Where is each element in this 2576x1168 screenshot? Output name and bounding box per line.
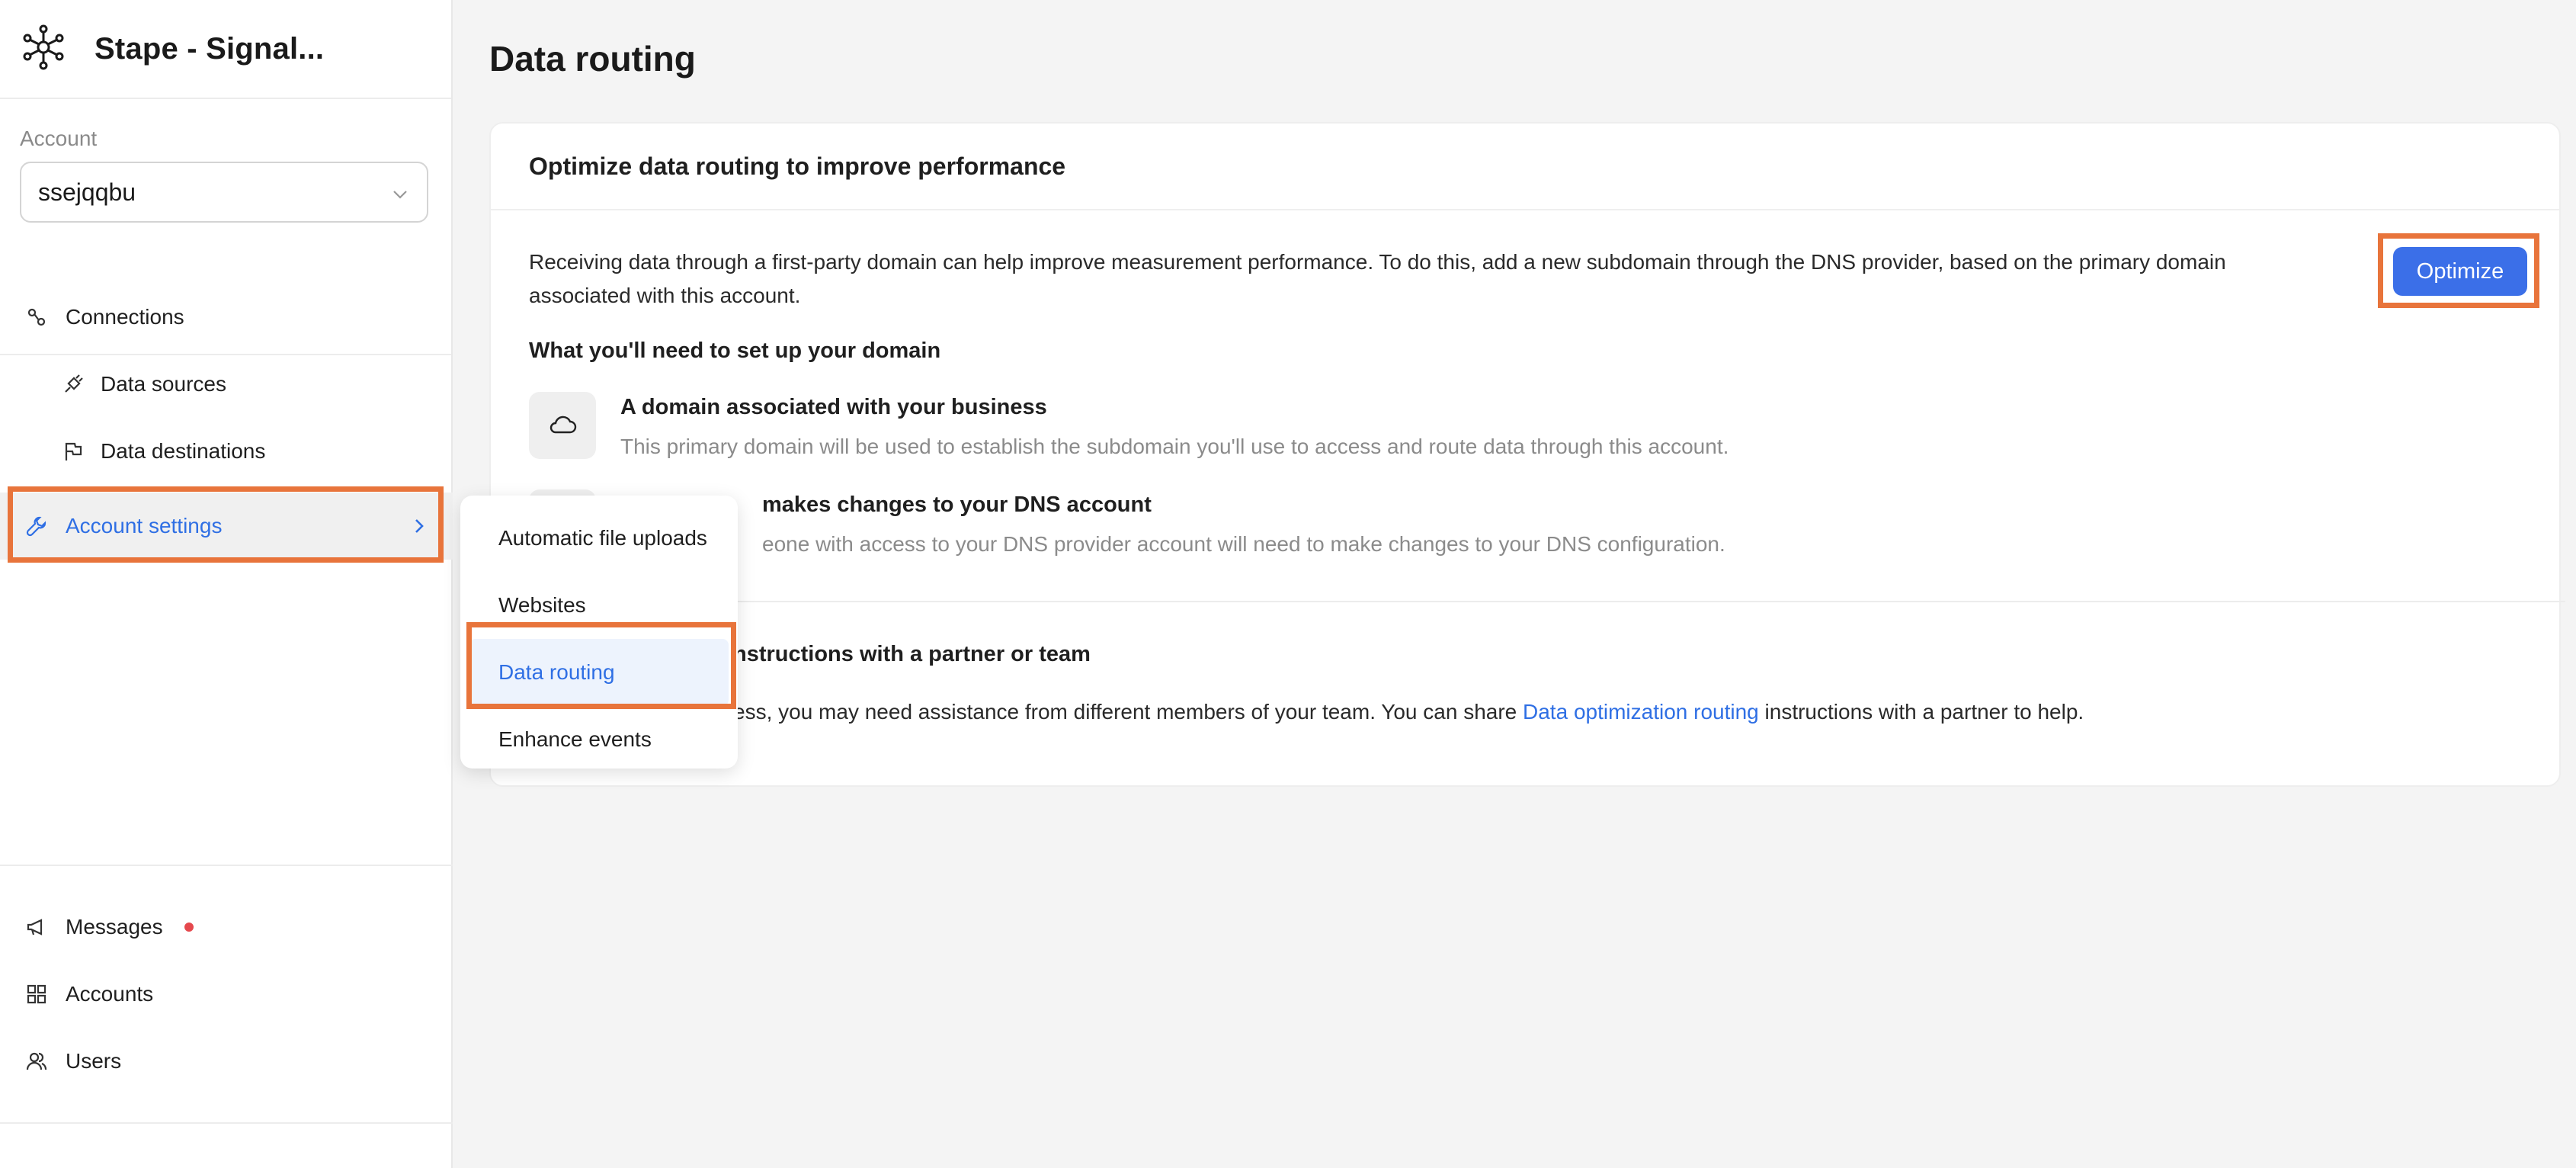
grid-icon [26,983,47,1005]
sidebar-item-accounts[interactable]: Accounts [0,961,453,1028]
account-label: Account [20,127,98,150]
submenu-item-data-routing[interactable]: Data routing [469,639,729,706]
requirement-item: A domain associated with your business T… [529,392,2434,468]
submenu-item-websites[interactable]: Websites [469,572,729,639]
sidebar-item-data-sources[interactable]: Data sources [0,351,453,418]
account-select[interactable]: ssejqqbu [20,162,428,223]
sidebar-item-connections[interactable]: Connections [0,284,453,351]
sidebar-divider [0,865,453,866]
notification-dot [184,923,194,932]
sidebar-item-users[interactable]: Users [0,1028,453,1095]
sidebar-item-messages[interactable]: Messages [0,894,453,961]
optimize-button[interactable]: Optimize [2393,247,2527,296]
chevron-right-icon [409,515,430,537]
account-settings-submenu: Automatic file uploads Websites Data rou… [460,496,738,769]
plug-icon [62,374,84,395]
submenu-item-automatic-file-uploads[interactable]: Automatic file uploads [469,505,729,572]
sidebar-item-label: Users [66,1049,122,1073]
sidebar-item-data-destinations[interactable]: Data destinations [0,418,453,485]
chevron-down-icon [390,182,410,202]
sidebar-item-label: Messages [66,915,163,939]
link-icon [26,306,47,328]
sidebar-divider [0,1122,453,1124]
routing-card: Optimize data routing to improve perform… [489,122,2565,787]
page-title: Data routing [489,39,696,79]
network-hub-icon [20,24,67,75]
sidebar: Stape - Signal... Account ssejqqbu Conne… [0,0,453,1168]
share-text: ess, you may need assistance from differ… [733,700,2084,724]
sidebar-item-label: Accounts [66,982,154,1006]
sidebar-item-label: Account settings [66,514,223,537]
requirements-heading: What you'll need to set up your domain [529,339,941,363]
brand-header: Stape - Signal... [0,0,451,99]
sidebar-item-label: Data sources [101,372,226,396]
flag-icon [62,441,84,462]
data-optimization-routing-link[interactable]: Data optimization routing [1523,700,1759,724]
card-title: Optimize data routing to improve perform… [491,124,2559,210]
submenu-item-enhance-events[interactable]: Enhance events [469,706,729,773]
sidebar-item-label: Data destinations [101,439,266,463]
sidebar-item-account-settings[interactable]: Account settings [0,493,453,560]
megaphone-icon [26,916,47,938]
account-select-value: ssejqqbu [38,178,136,206]
requirement-description: This primary domain will be used to esta… [620,435,1729,458]
requirement-item: makes changes to your DNS account eone w… [529,489,2434,566]
cloud-icon [529,392,596,459]
wrench-icon [26,515,47,537]
section-divider [529,601,2565,602]
app-title: Stape - Signal... [95,31,325,66]
intro-text: Receiving data through a first-party dom… [529,250,2226,307]
requirement-title: A domain associated with your business [620,395,1047,419]
users-icon [26,1051,47,1072]
sidebar-item-label: Connections [66,305,184,329]
